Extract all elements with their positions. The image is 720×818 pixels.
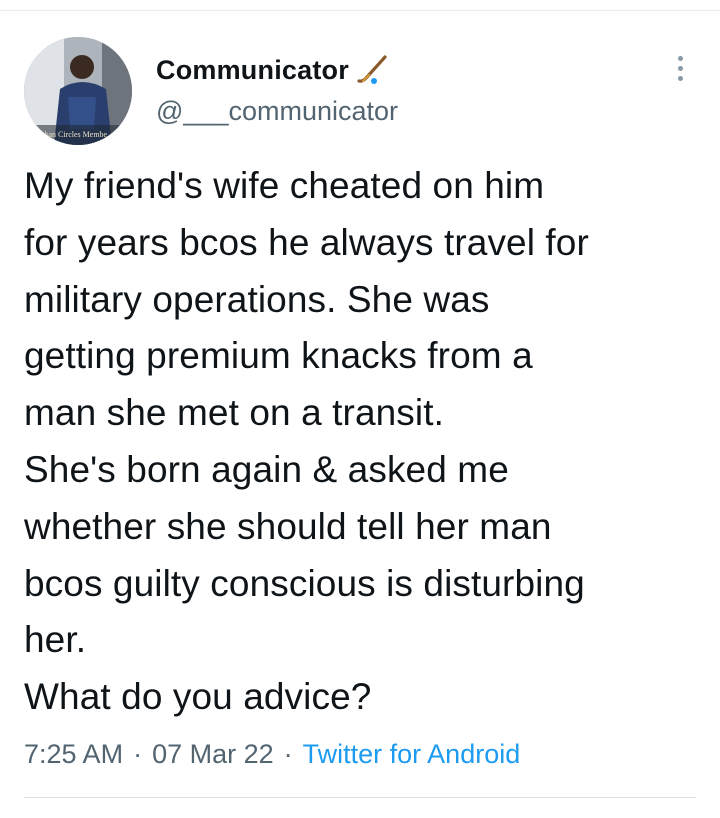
tweet-meta: 7:25 AM · 07 Mar 22 · Twitter for Androi… bbox=[24, 734, 520, 774]
tweet-text: My friend's wife cheated on him for year… bbox=[24, 165, 589, 718]
more-dot-icon bbox=[677, 55, 683, 61]
tweet-time[interactable]: 7:25 AM bbox=[24, 739, 123, 770]
bottom-divider bbox=[24, 797, 696, 798]
top-divider bbox=[0, 10, 720, 11]
more-options-button[interactable] bbox=[664, 50, 696, 86]
avatar[interactable]: Urban Circles Membe bbox=[24, 37, 132, 145]
meta-separator: · bbox=[133, 738, 143, 769]
author-handle[interactable]: @___communicator bbox=[156, 96, 398, 127]
tweet-date[interactable]: 07 Mar 22 bbox=[152, 739, 274, 770]
author-name-row[interactable]: Communicator bbox=[156, 50, 389, 90]
more-dot-icon bbox=[677, 75, 683, 81]
more-dot-icon bbox=[677, 65, 683, 71]
avatar-photo: Urban Circles Membe bbox=[24, 37, 132, 145]
tweet-source-link[interactable]: Twitter for Android bbox=[303, 739, 521, 770]
avatar-caption: Urban Circles Membe bbox=[36, 130, 108, 139]
hockey-stick-icon bbox=[357, 55, 389, 85]
meta-separator: · bbox=[283, 738, 293, 769]
display-name[interactable]: Communicator bbox=[156, 55, 349, 86]
